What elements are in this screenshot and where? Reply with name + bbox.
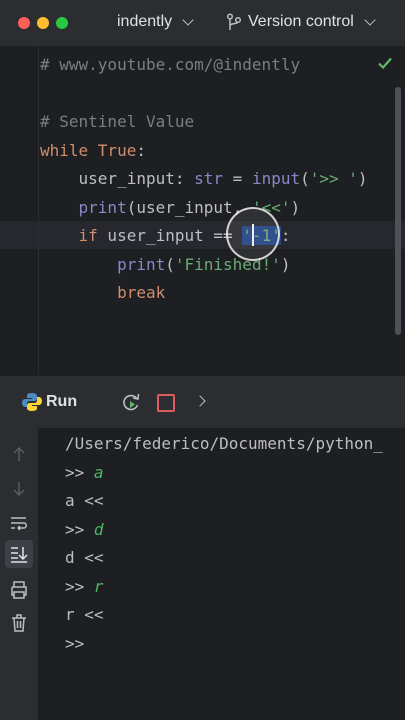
editor-token: break: [117, 283, 166, 302]
console-token: r <<: [65, 605, 104, 624]
editor-token: ): [280, 254, 291, 274]
vcs-label: Version control: [248, 13, 354, 30]
console-line: r <<: [65, 601, 104, 629]
console-token: >>: [65, 519, 94, 539]
check-icon: [378, 57, 392, 70]
rerun-icon[interactable]: [120, 391, 142, 413]
console-toolbar: [0, 428, 38, 720]
stop-icon[interactable]: [157, 394, 175, 412]
editor-token: [40, 198, 79, 217]
title-bar: indently Version control: [0, 0, 405, 47]
console-line: >> r: [65, 573, 104, 601]
code-editor[interactable]: # www.youtube.com/@indently # Sentinel Va…: [0, 47, 405, 375]
editor-token: input: [251, 169, 301, 188]
editor-token: user_input:: [40, 169, 195, 188]
close-window-button[interactable]: [18, 17, 30, 29]
console-token: a: [93, 462, 104, 482]
editor-token: (: [300, 169, 310, 188]
editor-token: [40, 226, 79, 245]
arrow-down-icon[interactable]: [9, 479, 29, 499]
vcs-branch-icon: [226, 13, 242, 30]
zoom-window-button[interactable]: [56, 17, 68, 29]
console-line: d <<: [65, 544, 104, 572]
console-line: >> a: [65, 459, 104, 487]
minimize-window-button[interactable]: [37, 17, 49, 29]
console-token: >>: [65, 576, 94, 596]
editor-token: user_input ==: [97, 226, 243, 245]
chevron-down-icon: [182, 14, 194, 26]
console-line: >>: [65, 630, 84, 658]
editor-scrollbar[interactable]: [395, 87, 401, 335]
python-icon: [22, 393, 42, 411]
editor-token: ): [290, 197, 301, 217]
chevron-right-icon[interactable]: [194, 395, 206, 407]
editor-token: # www.youtube.com/@indently: [40, 55, 301, 74]
editor-token: print: [78, 197, 127, 217]
scroll-to-end-button[interactable]: [5, 540, 33, 568]
version-control-selector[interactable]: Version control: [226, 13, 376, 31]
editor-token: True: [97, 140, 137, 160]
soft-wrap-icon[interactable]: [9, 514, 29, 534]
arrow-up-icon[interactable]: [9, 444, 29, 464]
console-line: a <<: [65, 487, 104, 515]
run-toolbar: Run: [0, 375, 405, 428]
editor-line: break: [40, 279, 165, 307]
editor-token: [40, 255, 117, 274]
editor-token: str: [194, 169, 224, 188]
editor-line: while True:: [40, 137, 146, 165]
editor-token: [40, 283, 117, 302]
console-token: d: [93, 519, 104, 539]
console-line: >> d: [65, 516, 104, 544]
console-line: /Users/federico/Documents/python_: [65, 430, 383, 458]
editor-token: '>> ': [309, 169, 358, 188]
print-icon[interactable]: [9, 580, 29, 600]
console-token: a <<: [65, 491, 104, 510]
editor-token: # Sentinel Value: [40, 112, 195, 131]
editor-token: print: [117, 254, 166, 274]
trash-icon[interactable]: [9, 613, 29, 633]
console-token: >>: [65, 633, 85, 653]
run-panel-title: Run: [46, 393, 78, 410]
editor-line: user_input: str = input('>> '): [40, 165, 368, 193]
editor-token: :: [280, 226, 291, 245]
text-cursor-icon: [252, 224, 254, 246]
console-token: /Users/federico/Documents/python_: [65, 434, 383, 453]
console-token: >>: [65, 462, 94, 482]
editor-token: if: [78, 226, 98, 245]
editor-line: # www.youtube.com/@indently: [40, 51, 300, 79]
chevron-down-icon: [364, 14, 376, 26]
editor-token: (: [165, 254, 175, 274]
project-selector[interactable]: indently: [117, 13, 194, 31]
scroll-to-end-icon: [11, 547, 28, 563]
console-token: r: [93, 576, 104, 596]
editor-token: (user_input,: [126, 197, 252, 217]
editor-token: =: [223, 169, 252, 188]
editor-token: :: [136, 140, 146, 160]
gutter-divider: [38, 47, 39, 375]
editor-line: # Sentinel Value: [40, 108, 194, 136]
editor-token: while: [40, 140, 98, 160]
project-name: indently: [117, 13, 173, 30]
console-token: d <<: [65, 548, 104, 567]
console-output[interactable]: /Users/federico/Documents/python_ >> a a <…: [39, 428, 405, 720]
editor-token: ): [357, 169, 368, 188]
